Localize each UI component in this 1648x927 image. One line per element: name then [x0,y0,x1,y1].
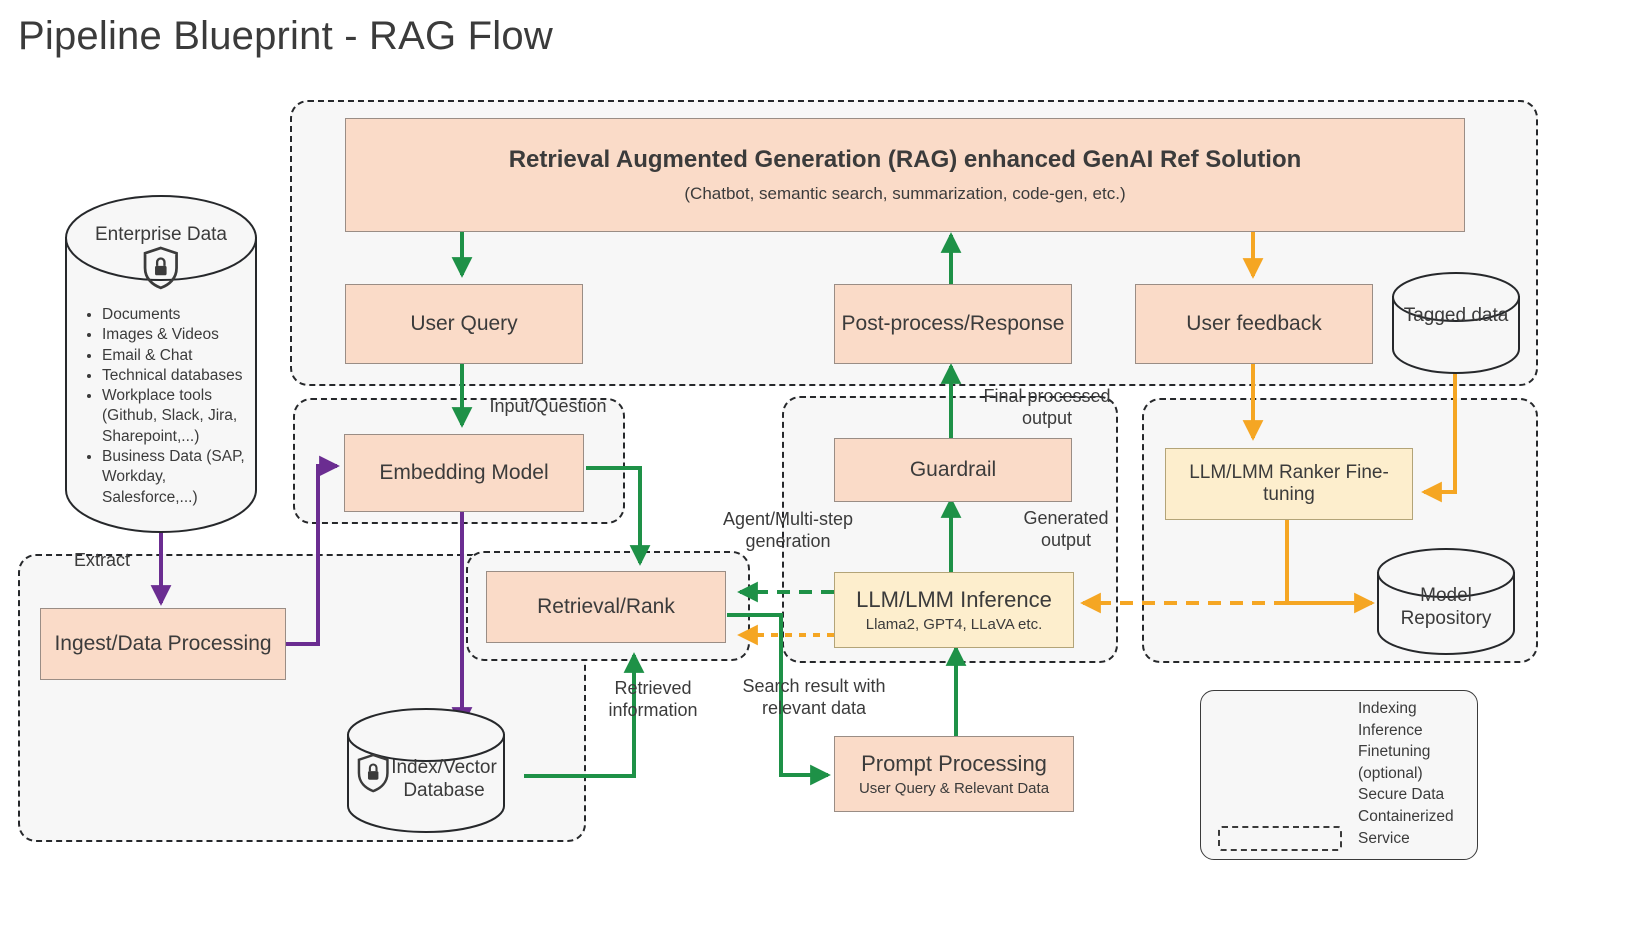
list-item: Business Data (SAP, Workday, Salesforce,… [102,447,261,508]
retrieval-rank-box[interactable]: Retrieval/Rank [486,571,726,643]
user-query-label: User Query [410,311,518,335]
list-item: Technical databases [102,366,261,386]
edge-label-final-processed-output: Final processed output [983,386,1111,428]
prompt-processing-sublabel: User Query & Relevant Data [858,779,1050,797]
legend-entry-indexing: Indexing [1358,700,1417,717]
post-process-response-box[interactable]: Post-process/Response [834,284,1072,364]
edge-label-retrieved-information: Retrieved information [608,678,698,720]
edge-label-search-result: Search result with relevant data [742,676,886,718]
legend-entry-service: Service [1358,829,1410,847]
tagged-data-label: Tagged data [1403,305,1509,326]
prompt-processing-label: Prompt Processing [861,750,1047,776]
dashed-box-icon [1218,826,1342,851]
ingest-data-processing-label: Ingest/Data Processing [54,631,272,655]
retrieval-rank-label: Retrieval/Rank [537,594,675,618]
page-title: Pipeline Blueprint - RAG Flow [18,14,553,58]
legend-entry-inference: Inference [1358,721,1423,739]
edge-label-generated-output: Generated output [1023,508,1109,550]
user-feedback-label: User feedback [1186,311,1322,335]
list-item: Email & Chat [102,346,261,366]
enterprise-data-label: Enterprise Data [94,224,227,245]
prompt-processing-box[interactable]: Prompt Processing User Query & Relevant … [834,736,1074,812]
ingest-data-processing-box[interactable]: Ingest/Data Processing [40,608,286,680]
list-item: Images & Videos [102,325,261,345]
index-vector-database-label: Index/Vector Database [391,757,497,801]
tagged-data-store[interactable]: Tagged data [1393,273,1519,373]
edge-label-agent-multistep: Agent/Multi-step generation [722,509,854,551]
user-feedback-box[interactable]: User feedback [1135,284,1373,364]
diagram-canvas: Pipeline Blueprint - RAG Flow Enterprise… [0,0,1648,927]
rag-solution-subtitle: (Chatbot, semantic search, summarization… [684,184,1126,204]
enterprise-data-items: Documents Images & Videos Email & Chat T… [86,305,261,508]
ranker-finetuning-label: LLM/LMM Ranker Fine-tuning [1189,461,1389,505]
llm-inference-box[interactable]: LLM/LMM Inference Llama2, GPT4, LLaVA et… [834,572,1074,648]
index-vector-database-store[interactable]: Index/Vector Database [348,709,504,832]
user-query-box[interactable]: User Query [345,284,583,364]
guardrail-box[interactable]: Guardrail [834,438,1072,502]
model-repository-store[interactable]: Model Repository [1378,549,1514,654]
legend-entry-finetuning: Finetuning [1358,743,1431,761]
model-repository-label: Model Repository [1400,585,1492,629]
edge-label-extract: Extract [73,550,130,570]
legend-entry-containerized: Containerized [1358,807,1454,825]
legend-entry-optional: (optional) [1358,764,1423,782]
post-process-response-label: Post-process/Response [841,311,1065,335]
list-item: Workplace tools (Github, Slack, Jira, Sh… [102,386,261,447]
legend-entry-secure-data: Secure Data [1358,786,1445,804]
list-item: Documents [102,305,261,325]
legend-labels: Indexing Inference Finetuning (optional)… [1358,698,1454,849]
embedding-model-label: Embedding Model [379,460,549,484]
rag-solution-box[interactable]: Retrieval Augmented Generation (RAG) enh… [345,118,1465,232]
ranker-finetuning-box[interactable]: LLM/LMM Ranker Fine-tuning [1165,448,1413,520]
llm-inference-label: LLM/LMM Inference [856,586,1052,612]
llm-inference-sublabel: Llama2, GPT4, LLaVA etc. [865,615,1043,633]
embedding-model-box[interactable]: Embedding Model [344,434,584,512]
edge-label-input-question: Input/Question [489,396,607,416]
rag-solution-title: Retrieval Augmented Generation (RAG) enh… [508,145,1302,173]
guardrail-label: Guardrail [909,457,997,481]
